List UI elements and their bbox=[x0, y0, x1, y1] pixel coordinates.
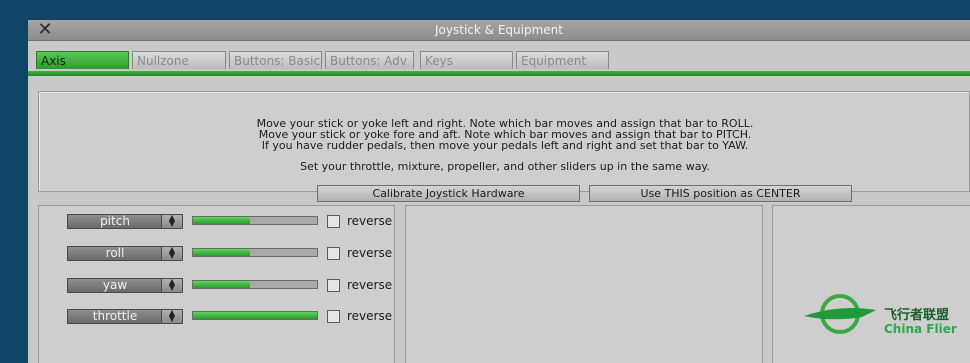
plane-icon bbox=[804, 308, 876, 320]
reverse-checkbox-yaw[interactable] bbox=[327, 279, 340, 292]
tab-buttons-adv[interactable]: Buttons: Adv bbox=[325, 51, 414, 69]
instruction-sliders: Set your throttle, mixture, propeller, a… bbox=[300, 160, 710, 173]
logo-text-cn: 飞行者联盟 bbox=[884, 307, 949, 323]
axis-select-label: pitch bbox=[100, 214, 130, 228]
instruction-yaw: If you have rudder pedals, then move you… bbox=[261, 139, 749, 152]
reverse-checkbox-roll[interactable] bbox=[327, 247, 340, 260]
middle-panel bbox=[405, 205, 763, 363]
updown-arrows-icon: ▲ ▼ bbox=[161, 214, 182, 228]
reverse-label: reverse bbox=[347, 214, 393, 228]
axis-row-throttle: throttle ▲ ▼ reverse bbox=[39, 306, 393, 326]
axis-select-label: roll bbox=[105, 246, 125, 260]
tab-equipment[interactable]: Equipment bbox=[516, 51, 609, 69]
title-bar[interactable]: ✕ Joystick & Equipment bbox=[28, 20, 970, 41]
axis-bar-fill bbox=[193, 281, 251, 288]
axis-bar-throttle bbox=[192, 311, 318, 320]
axis-row-yaw: yaw ▲ ▼ reverse bbox=[39, 275, 393, 295]
reverse-label: reverse bbox=[347, 309, 393, 323]
reverse-checkbox-throttle[interactable] bbox=[327, 310, 340, 323]
axis-select-label: throttle bbox=[92, 309, 138, 323]
window-title: Joystick & Equipment bbox=[435, 23, 563, 37]
updown-arrows-icon: ▲ ▼ bbox=[161, 278, 182, 292]
tab-axis[interactable]: Axis bbox=[36, 51, 129, 69]
axis-select-label: yaw bbox=[102, 278, 128, 292]
center-button[interactable]: Use THIS position as CENTER bbox=[589, 185, 852, 202]
tab-keys[interactable]: Keys bbox=[420, 51, 513, 69]
tab-buttons-basic[interactable]: Buttons: Basic bbox=[229, 51, 322, 69]
axis-select-roll[interactable]: roll ▲ ▼ bbox=[67, 246, 183, 261]
china-flier-logo: 飞行者联盟 China Flier bbox=[804, 294, 957, 336]
reverse-label: reverse bbox=[347, 278, 393, 292]
tab-nullzone[interactable]: Nullzone bbox=[132, 51, 226, 69]
axis-select-pitch[interactable]: pitch ▲ ▼ bbox=[67, 214, 183, 229]
axis-panel: pitch ▲ ▼ reverse roll ▲ ▼ reverse yaw ▲ ▼ bbox=[38, 205, 395, 363]
updown-arrows-icon: ▲ ▼ bbox=[161, 309, 182, 323]
axis-bar-fill bbox=[193, 312, 317, 319]
axis-bar-pitch bbox=[192, 216, 318, 225]
updown-arrows-icon: ▲ ▼ bbox=[161, 246, 182, 260]
reverse-label: reverse bbox=[347, 246, 393, 260]
tab-underline bbox=[28, 71, 970, 76]
axis-bar-yaw bbox=[192, 280, 318, 289]
reverse-checkbox-pitch[interactable] bbox=[327, 215, 340, 228]
instructions-panel: Move your stick or yoke left and right. … bbox=[38, 91, 970, 202]
axis-row-pitch: pitch ▲ ▼ reverse bbox=[39, 211, 393, 231]
calibrate-button[interactable]: Calibrate Joystick Hardware bbox=[317, 185, 580, 202]
logo-text-en: China Flier bbox=[884, 322, 957, 336]
axis-bar-fill bbox=[193, 249, 251, 256]
axis-row-roll: roll ▲ ▼ reverse bbox=[39, 243, 393, 263]
axis-select-yaw[interactable]: yaw ▲ ▼ bbox=[67, 278, 183, 293]
axis-select-throttle[interactable]: throttle ▲ ▼ bbox=[67, 309, 183, 324]
axis-bar-fill bbox=[193, 217, 251, 224]
axis-bar-roll bbox=[192, 248, 318, 257]
